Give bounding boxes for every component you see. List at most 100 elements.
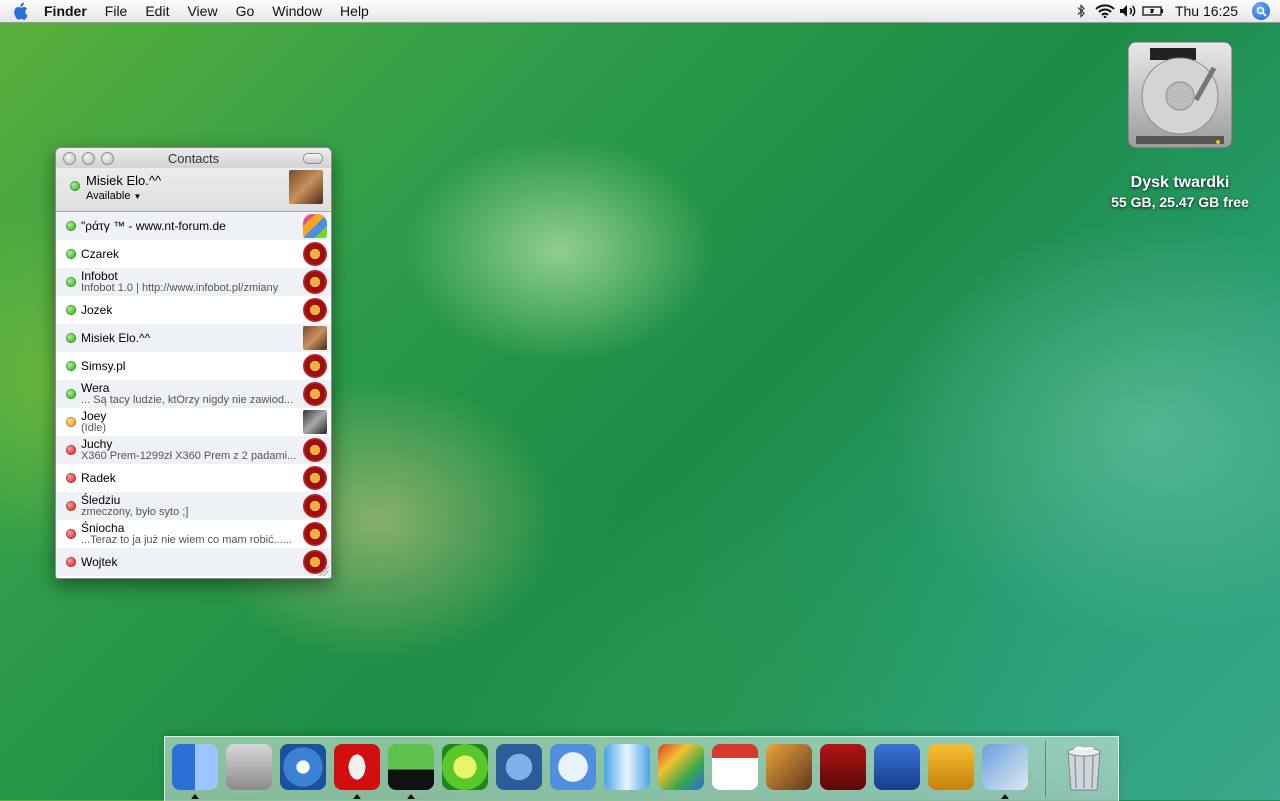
dock-item-iphoto[interactable] [765, 741, 813, 793]
my-name[interactable]: Misiek Elo.^^ [86, 173, 161, 188]
contact-name: Misiek Elo.^^ [81, 331, 151, 345]
dock-separator [1045, 741, 1046, 797]
contact-row[interactable]: Śledziu zmeczony, było syto ;] [56, 492, 331, 520]
photo-booth-icon [820, 744, 866, 790]
menu-go[interactable]: Go [227, 0, 264, 22]
running-indicator [353, 794, 361, 799]
contact-status-message: (Idle) [81, 422, 107, 434]
dock-item-preview-photos[interactable] [981, 741, 1029, 799]
status-dot [66, 445, 76, 455]
dock-apps [171, 741, 1029, 799]
chevron-down-icon: ▼ [133, 192, 142, 201]
hard-disk-icon[interactable] [1124, 38, 1236, 156]
bluetooth-icon[interactable] [1069, 0, 1093, 22]
apple-menu[interactable] [0, 2, 40, 20]
status-dot [66, 417, 76, 427]
battery-icon[interactable] [1141, 0, 1165, 22]
flower-avatar-icon [303, 438, 327, 462]
my-status-panel: Misiek Elo.^^ Available ▼ [56, 168, 331, 212]
contact-name: Juchy [81, 437, 113, 451]
w-app-icon [874, 744, 920, 790]
contact-row[interactable]: "ράτγ ™ - www.nt-forum.de [56, 212, 331, 240]
status-dot [66, 333, 76, 343]
dock-item-w-app[interactable] [873, 741, 921, 793]
contact-status-message: ... Są tacy ludzie, ktÓrzy nigdy nie zaw… [81, 394, 294, 406]
contact-list: "ράτγ ™ - www.nt-forum.de Czarek Infobot… [56, 212, 331, 576]
contact-row[interactable]: Jozek [56, 296, 331, 324]
trash-icon[interactable] [1060, 741, 1108, 793]
running-indicator [1001, 794, 1009, 799]
contact-row[interactable]: Misiek Elo.^^ [56, 324, 331, 352]
dock-item-fish[interactable] [603, 741, 651, 793]
fish-icon [604, 744, 650, 790]
dock-item-limewire[interactable] [441, 741, 489, 793]
running-indicator [407, 794, 415, 799]
flower-avatar-icon [303, 382, 327, 406]
status-dot [66, 305, 76, 315]
dock-item-display[interactable] [657, 741, 705, 793]
contact-status-message: X360 Prem-1299zł X360 Prem z 2 padami... [81, 450, 296, 462]
flower-avatar-icon [303, 270, 327, 294]
menu-finder[interactable]: Finder [40, 0, 96, 22]
contact-row[interactable]: Simsy.pl [56, 352, 331, 380]
contact-name: Śledziu [81, 493, 121, 507]
itunes-icon [550, 744, 596, 790]
dock-item-adium[interactable] [387, 741, 435, 799]
volume-icon[interactable] [1117, 0, 1141, 22]
menu-file[interactable]: File [96, 0, 137, 22]
dock-item-finder[interactable] [171, 741, 219, 799]
contact-status-message: ...Teraz to ja już nie wiem co mam robić… [81, 534, 292, 546]
zoom-button[interactable] [101, 151, 114, 165]
contacts-window: Contacts Misiek Elo.^^ Available ▼ "ράτγ… [55, 147, 332, 579]
automator-gears-icon [496, 744, 542, 790]
contacts-titlebar[interactable]: Contacts [56, 148, 331, 168]
contact-row[interactable]: Joey (Idle) [56, 408, 331, 436]
dock-item-preview[interactable] [225, 741, 273, 793]
wifi-icon[interactable] [1093, 0, 1117, 22]
my-status-dot [70, 181, 80, 191]
transmit-truck-icon [928, 744, 974, 790]
my-status-label: Available [86, 190, 131, 202]
spotlight-icon[interactable] [1252, 2, 1270, 20]
dock-item-itunes[interactable] [549, 741, 597, 793]
desktop-disk[interactable]: Dysk twardki 55 GB, 25.47 GB free [1100, 38, 1260, 210]
dock-item-photo-booth[interactable] [819, 741, 867, 793]
dock-item-opera[interactable] [333, 741, 381, 799]
preview-photos-icon [982, 744, 1028, 790]
contact-name: Jozek [81, 303, 113, 317]
dock [164, 736, 1119, 801]
resize-handle[interactable] [319, 566, 329, 576]
my-status-dropdown[interactable]: Available ▼ [86, 190, 141, 202]
my-avatar[interactable] [289, 170, 323, 204]
toolbar-toggle-button[interactable] [303, 153, 323, 164]
flower-avatar-icon [303, 494, 327, 518]
menu-view[interactable]: View [178, 0, 226, 22]
contact-status-message: zmeczony, było syto ;] [81, 506, 189, 518]
status-dot [66, 529, 76, 539]
window-controls [56, 151, 114, 165]
minimize-button[interactable] [82, 151, 95, 165]
menu-edit[interactable]: Edit [136, 0, 178, 22]
contact-row[interactable]: Infobot Infobot 1.0 | http://www.infobot… [56, 268, 331, 296]
dock-item-transmit-truck[interactable] [927, 741, 975, 793]
contact-row[interactable]: Juchy X360 Prem-1299zł X360 Prem z 2 pad… [56, 436, 331, 464]
dock-item-safari[interactable] [279, 741, 327, 793]
contact-row[interactable]: Czarek [56, 240, 331, 268]
preview-icon [226, 744, 272, 790]
menu-clock[interactable]: Thu 16:25 [1165, 3, 1248, 19]
opera-icon [334, 744, 380, 790]
contact-name: Joey [81, 409, 107, 423]
menu-window[interactable]: Window [263, 0, 331, 22]
limewire-icon [442, 744, 488, 790]
menu-help[interactable]: Help [331, 0, 378, 22]
flower-avatar-icon [303, 242, 327, 266]
dock-item-ical[interactable] [711, 741, 759, 793]
contact-row[interactable]: Wojtek [56, 548, 331, 576]
close-button[interactable] [63, 151, 76, 165]
contact-row[interactable]: Śniocha ...Teraz to ja już nie wiem co m… [56, 520, 331, 548]
dock-item-automator-gears[interactable] [495, 741, 543, 793]
contact-row[interactable]: Wera ... Są tacy ludzie, ktÓrzy nigdy ni… [56, 380, 331, 408]
contact-row[interactable]: Radek [56, 464, 331, 492]
iphoto-icon [766, 744, 812, 790]
apple-icon [14, 2, 28, 20]
